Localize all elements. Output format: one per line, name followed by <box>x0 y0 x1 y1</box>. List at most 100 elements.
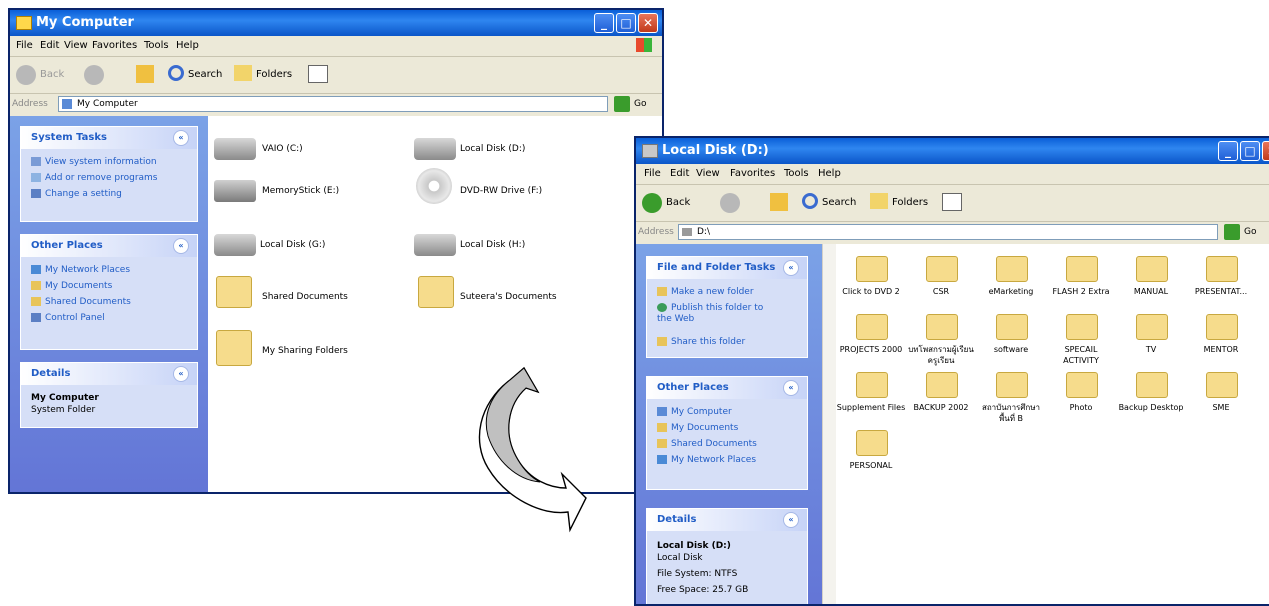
task-add-remove-programs[interactable]: Add or remove programs <box>31 173 158 183</box>
folder-label[interactable]: Supplement Files <box>836 402 906 413</box>
collapse-icon[interactable]: « <box>783 380 799 396</box>
go-icon[interactable] <box>1224 224 1240 240</box>
task-make-new-folder[interactable]: Make a new folder <box>657 287 754 297</box>
search-button[interactable]: Search <box>822 197 856 208</box>
collapse-icon[interactable]: « <box>173 238 189 254</box>
search-icon[interactable] <box>802 193 818 209</box>
address-input[interactable]: My Computer <box>58 96 608 112</box>
go-button[interactable]: Go <box>1244 227 1256 237</box>
task-change-setting[interactable]: Change a setting <box>31 189 122 199</box>
memory-stick-icon[interactable] <box>214 180 256 202</box>
task-share-folder[interactable]: Share this folder <box>657 337 745 347</box>
collapse-icon[interactable]: « <box>783 260 799 276</box>
task-publish-folder[interactable]: Publish this folder to the Web <box>657 303 777 325</box>
folder-label[interactable]: PROJECTS 2000 <box>836 344 906 355</box>
folder-icon[interactable] <box>926 372 958 398</box>
folder-label[interactable]: MENTOR <box>1186 344 1256 355</box>
drive-h[interactable]: Local Disk (H:) <box>460 240 525 250</box>
folder-label[interactable]: Backup Desktop <box>1116 402 1186 413</box>
folder-icon[interactable] <box>856 314 888 340</box>
folder-icon[interactable] <box>1206 256 1238 282</box>
place-my-network-places[interactable]: My Network Places <box>657 455 756 465</box>
menu-help[interactable]: Help <box>176 40 199 51</box>
hard-drive-icon[interactable] <box>214 138 256 160</box>
up-folder-icon[interactable] <box>136 65 154 83</box>
go-icon[interactable] <box>614 96 630 112</box>
folder-label[interactable]: TV <box>1116 344 1186 355</box>
folder-label[interactable]: SME <box>1186 402 1256 413</box>
folder-icon[interactable] <box>856 430 888 456</box>
folder-label[interactable]: Click to DVD 2 <box>836 286 906 297</box>
collapse-icon[interactable]: « <box>173 366 189 382</box>
folder-label[interactable]: eMarketing <box>976 286 1046 297</box>
folders-button[interactable]: Folders <box>892 197 928 208</box>
folder-icon[interactable] <box>1136 314 1168 340</box>
folder-label[interactable]: CSR <box>906 286 976 297</box>
drive-f[interactable]: DVD-RW Drive (F:) <box>460 186 542 196</box>
shared-folder-icon[interactable] <box>216 330 252 366</box>
place-my-network-places[interactable]: My Network Places <box>31 265 130 275</box>
place-my-documents[interactable]: My Documents <box>657 423 738 433</box>
hard-drive-icon[interactable] <box>414 138 456 160</box>
place-my-documents[interactable]: My Documents <box>31 281 112 291</box>
title-bar[interactable]: My Computer _ □ ✕ <box>10 10 662 36</box>
minimize-button[interactable]: _ <box>594 13 614 33</box>
folder-label[interactable]: บทโพสกรามผู้เรียน ครูเรียน <box>906 344 976 366</box>
drive-e[interactable]: MemoryStick (E:) <box>262 186 339 196</box>
my-sharing-folders[interactable]: My Sharing Folders <box>262 346 348 356</box>
folder-label[interactable]: software <box>976 344 1046 355</box>
collapse-icon[interactable]: « <box>783 512 799 528</box>
menu-help[interactable]: Help <box>818 168 841 179</box>
other-places-header[interactable]: Other Places « <box>21 235 197 257</box>
search-icon[interactable] <box>168 65 184 81</box>
system-tasks-header[interactable]: System Tasks « <box>21 127 197 149</box>
maximize-button[interactable]: □ <box>1240 141 1260 161</box>
folders-button[interactable]: Folders <box>256 69 292 80</box>
task-view-system-information[interactable]: View system information <box>31 157 157 167</box>
drive-g[interactable]: Local Disk (G:) <box>260 240 325 250</box>
menu-view[interactable]: View <box>64 40 88 51</box>
title-bar[interactable]: Local Disk (D:) _ □ ✕ <box>636 138 1269 164</box>
folder-label[interactable]: PERSONAL <box>836 460 906 471</box>
back-button[interactable] <box>642 193 662 213</box>
place-control-panel[interactable]: Control Panel <box>31 313 105 323</box>
folder-icon[interactable] <box>1206 372 1238 398</box>
search-button[interactable]: Search <box>188 69 222 80</box>
folder-icon[interactable] <box>1136 256 1168 282</box>
folder-label[interactable]: FLASH 2 Extra <box>1046 286 1116 297</box>
place-shared-documents[interactable]: Shared Documents <box>31 297 131 307</box>
folders-icon[interactable] <box>870 193 888 209</box>
minimize-button[interactable]: _ <box>1218 141 1238 161</box>
close-button[interactable]: ✕ <box>638 13 658 33</box>
folder-label[interactable]: BACKUP 2002 <box>906 402 976 413</box>
details-header[interactable]: Details « <box>21 363 197 385</box>
hard-drive-icon[interactable] <box>214 234 256 256</box>
menu-file[interactable]: File <box>644 168 661 179</box>
folder-icon[interactable] <box>1066 314 1098 340</box>
forward-button[interactable] <box>84 65 104 85</box>
menu-edit[interactable]: Edit <box>40 40 59 51</box>
maximize-button[interactable]: □ <box>616 13 636 33</box>
menu-tools[interactable]: Tools <box>144 40 169 51</box>
user-documents-folder[interactable]: Suteera's Documents <box>460 292 557 302</box>
menu-edit[interactable]: Edit <box>670 168 689 179</box>
folder-icon[interactable] <box>1066 372 1098 398</box>
folder-icon[interactable] <box>856 256 888 282</box>
task-pane-scrollbar[interactable] <box>822 244 837 604</box>
close-button[interactable]: ✕ <box>1262 141 1269 161</box>
shared-documents-folder[interactable]: Shared Documents <box>262 292 348 302</box>
menu-view[interactable]: View <box>696 168 720 179</box>
folder-icon[interactable] <box>1206 314 1238 340</box>
folder-icon[interactable] <box>926 314 958 340</box>
folder-label[interactable]: Photo <box>1046 402 1116 413</box>
menu-tools[interactable]: Tools <box>784 168 809 179</box>
drive-c[interactable]: VAIO (C:) <box>262 144 303 154</box>
folders-icon[interactable] <box>234 65 252 81</box>
folder-icon[interactable] <box>926 256 958 282</box>
folder-label[interactable]: MANUAL <box>1116 286 1186 297</box>
folder-icon[interactable] <box>216 276 252 308</box>
folder-label[interactable]: PRESENTAT... <box>1186 286 1256 297</box>
folder-icon[interactable] <box>996 372 1028 398</box>
folder-icon[interactable] <box>856 372 888 398</box>
folder-icon[interactable] <box>418 276 454 308</box>
